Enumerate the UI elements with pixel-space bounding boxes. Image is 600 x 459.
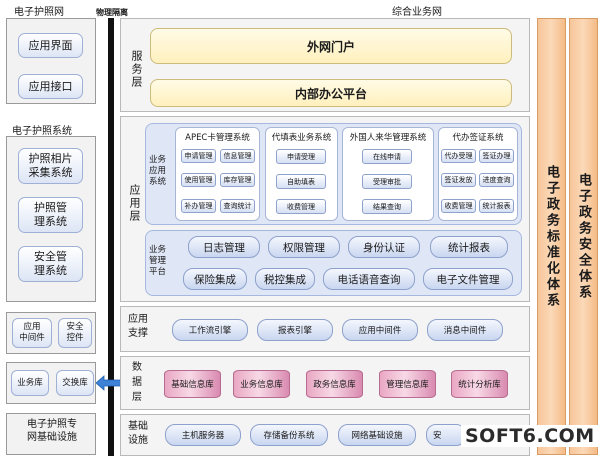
support-layer-label: 应用 支撑 xyxy=(128,314,148,339)
app-middleware-box: 应用 中间件 xyxy=(12,318,52,348)
app-interface-box: 应用界面 xyxy=(18,33,83,58)
apec-item: 使用管理 xyxy=(181,173,216,187)
mgmt-info-db: 管理信息库 xyxy=(379,370,436,398)
workflow-engine: 工作流引擎 xyxy=(172,319,248,341)
message-middleware: 消息中间件 xyxy=(427,319,503,341)
app-middleware: 应用中间件 xyxy=(342,319,418,341)
security-column: 电子政务安全体系 xyxy=(569,18,598,455)
host-server: 主机服务器 xyxy=(165,424,241,446)
basic-info-db: 基础信息库 xyxy=(164,370,221,398)
security-mgmt-box: 安全管 理系统 xyxy=(18,246,83,282)
passport-mgmt-box: 护照管 理系统 xyxy=(18,197,83,233)
visa-item: 代办受理 xyxy=(441,149,476,163)
security-infra: 安 xyxy=(426,424,466,446)
standardization-column: 电子政务标准化体系 xyxy=(537,18,566,455)
app-api-box: 应用接口 xyxy=(18,74,83,99)
apec-system-title: APEC卡管理系统 xyxy=(185,133,250,143)
log-mgmt: 日志管理 xyxy=(188,236,260,258)
visa-item: 签证办理 xyxy=(479,149,514,163)
form-fill-item: 收费管理 xyxy=(276,199,326,214)
identity-auth: 身份认证 xyxy=(348,236,420,258)
storage-backup: 存储备份系统 xyxy=(250,424,328,446)
exchange-db-box: 交换库 xyxy=(56,370,94,396)
apec-item: 补办管理 xyxy=(181,199,216,213)
form-fill-item: 自助填表 xyxy=(276,174,326,189)
form-fill-system-title: 代填表业务系统 xyxy=(271,133,332,143)
photo-system-box: 护照相片 采集系统 xyxy=(18,148,83,184)
insurance-integration: 保险集成 xyxy=(183,268,247,290)
security-control-box: 安全 控件 xyxy=(58,318,92,348)
business-info-db: 业务信息库 xyxy=(233,370,290,398)
foreigner-item: 受理审批 xyxy=(362,174,412,189)
business-db-box: 业务库 xyxy=(11,370,49,396)
data-layer-label: 数 据 层 xyxy=(132,362,142,403)
apec-item: 库存管理 xyxy=(220,173,255,187)
center-header: 综合业务网 xyxy=(392,7,442,18)
visa-item: 签证发放 xyxy=(441,173,476,187)
watermark-logo: SOFT6.COM xyxy=(461,425,599,447)
phone-voice-query: 电话语音查询 xyxy=(323,268,415,290)
foreigner-system-title: 外国人来华管理系统 xyxy=(349,133,427,143)
stat-analysis-db: 统计分析库 xyxy=(451,370,508,398)
foreigner-item: 结果查询 xyxy=(362,199,412,214)
apec-item: 查询统计 xyxy=(220,199,255,213)
left-header: 电子护照网 xyxy=(14,7,64,18)
visa-item: 统计报表 xyxy=(479,199,514,213)
form-fill-item: 申请受理 xyxy=(276,149,326,164)
biz-mgmt-label: 业务 管理 平台 xyxy=(149,245,167,277)
infra-layer-label: 基础 设施 xyxy=(128,421,148,446)
e-document-mgmt: 电子文件管理 xyxy=(423,268,513,290)
visa-item: 收费管理 xyxy=(441,199,476,213)
passport-system-title: 电子护照系统 xyxy=(12,126,72,137)
tax-integration: 税控集成 xyxy=(255,268,315,290)
app-layer-label: 应用层 xyxy=(128,183,141,223)
gov-info-db: 政务信息库 xyxy=(306,370,363,398)
apec-item: 申请管理 xyxy=(181,149,216,163)
biz-app-label: 业务 应用 系统 xyxy=(149,155,167,187)
permission-mgmt: 权限管理 xyxy=(268,236,340,258)
apec-item: 信息管理 xyxy=(220,149,255,163)
visa-system-title: 代办签证系统 xyxy=(452,133,504,143)
service-layer-label: 服务层 xyxy=(130,49,143,89)
report-engine: 报表引擎 xyxy=(257,319,333,341)
stat-report: 统计报表 xyxy=(430,236,508,258)
foreigner-item: 在线申请 xyxy=(362,149,412,164)
visa-item: 进度查询 xyxy=(479,173,514,187)
office-platform: 内部办公平台 xyxy=(150,79,512,107)
divider-header: 物理隔离 xyxy=(96,8,128,17)
extranet-portal: 外网门户 xyxy=(150,28,512,64)
passport-network-infra: 电子护照专 网基础设施 xyxy=(27,419,77,443)
network-infra: 网络基础设施 xyxy=(338,424,416,446)
